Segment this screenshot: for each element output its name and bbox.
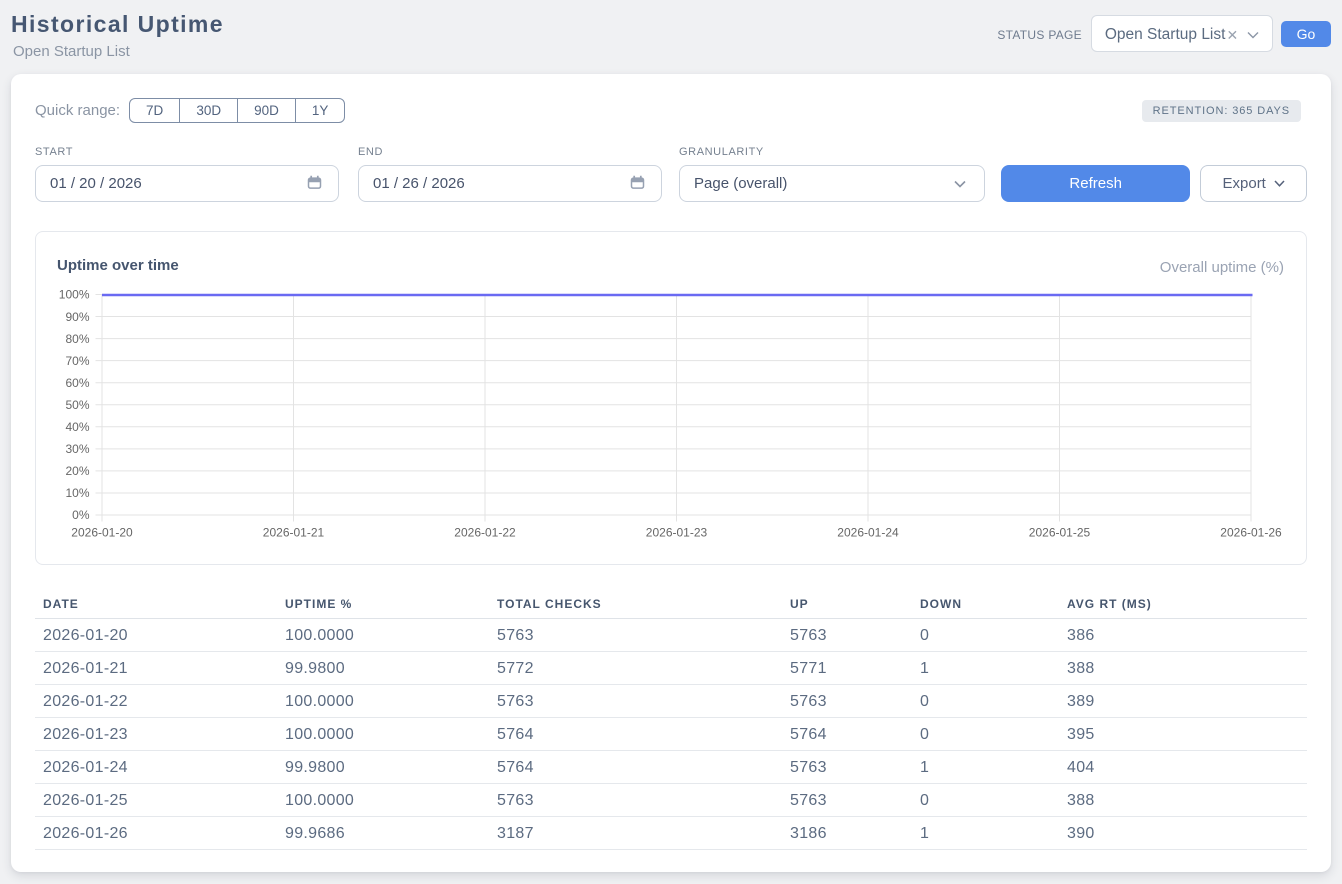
svg-text:2026-01-22: 2026-01-22 xyxy=(454,526,516,540)
svg-text:100%: 100% xyxy=(59,288,90,302)
svg-text:30%: 30% xyxy=(65,442,89,456)
svg-text:80%: 80% xyxy=(65,332,89,346)
svg-text:40%: 40% xyxy=(65,420,89,434)
svg-text:50%: 50% xyxy=(65,398,89,412)
svg-text:2026-01-24: 2026-01-24 xyxy=(837,526,899,540)
svg-text:90%: 90% xyxy=(65,310,89,324)
svg-text:10%: 10% xyxy=(65,486,89,500)
svg-text:2026-01-20: 2026-01-20 xyxy=(71,526,133,540)
svg-text:60%: 60% xyxy=(65,376,89,390)
svg-text:2026-01-21: 2026-01-21 xyxy=(263,526,325,540)
svg-text:70%: 70% xyxy=(65,354,89,368)
svg-text:20%: 20% xyxy=(65,464,89,478)
svg-text:2026-01-25: 2026-01-25 xyxy=(1029,526,1091,540)
svg-text:2026-01-23: 2026-01-23 xyxy=(646,526,708,540)
svg-text:2026-01-26: 2026-01-26 xyxy=(1220,526,1282,540)
svg-text:0%: 0% xyxy=(72,508,90,522)
